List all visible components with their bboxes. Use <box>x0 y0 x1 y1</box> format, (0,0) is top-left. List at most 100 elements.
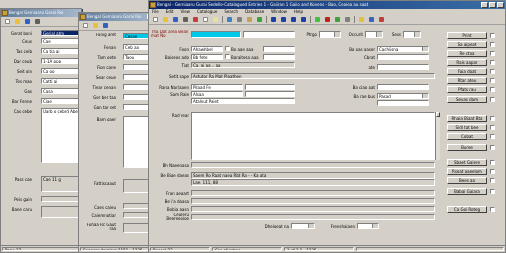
field-value[interactable]: Ca oo <box>41 68 81 74</box>
info-icon[interactable] <box>367 16 376 24</box>
side-button-15[interactable]: Bees aa <box>447 177 487 184</box>
side-button-6[interactable]: Rtar ateu <box>447 77 487 84</box>
collation-field-2[interactable]: Lae. 111, 88 <box>191 179 435 186</box>
side-button-14[interactable]: Rseat aaeelom <box>447 168 487 175</box>
side-checkbox[interactable] <box>490 178 495 183</box>
side-checkbox[interactable] <box>490 145 495 150</box>
field-value[interactable]: Casa <box>41 88 81 94</box>
field-value[interactable]: Ciae <box>41 98 81 104</box>
add-icon[interactable] <box>313 16 322 24</box>
side-checkbox[interactable] <box>490 160 495 165</box>
collation-field[interactable]: Saem Ro Raat naea Rbt Ra - - Ka ata <box>191 172 435 179</box>
footer-select-right[interactable] <box>357 223 379 229</box>
main-text-area[interactable] <box>191 112 435 160</box>
field-value[interactable] <box>263 54 295 60</box>
field-value[interactable] <box>41 206 81 218</box>
first-icon[interactable] <box>269 16 278 24</box>
note-field[interactable] <box>191 162 435 168</box>
occur-select[interactable] <box>365 31 383 38</box>
new-icon[interactable] <box>151 16 160 24</box>
side-checkbox[interactable] <box>490 33 495 38</box>
help-icon[interactable] <box>357 16 366 24</box>
right-field-4[interactable] <box>377 84 429 90</box>
scrollbar[interactable] <box>435 112 440 160</box>
part-field[interactable]: Ahawhbel <box>191 46 223 52</box>
menu-window[interactable]: Window <box>271 9 287 15</box>
category-field[interactable] <box>191 214 435 220</box>
save-icon[interactable] <box>101 22 110 30</box>
save-icon[interactable] <box>23 18 32 26</box>
filter-icon[interactable] <box>245 16 254 24</box>
footer-select-left[interactable] <box>291 223 315 229</box>
field-value[interactable]: Cae <box>41 38 81 44</box>
print-icon[interactable] <box>181 16 190 24</box>
side-checkbox[interactable] <box>490 42 495 47</box>
section-field[interactable]: Alsaa <box>191 91 243 97</box>
menu-help[interactable]: Help <box>294 9 303 15</box>
field-value[interactable]: 1-1A ppp <box>41 58 81 64</box>
print-icon[interactable] <box>33 18 42 26</box>
seq-select[interactable] <box>403 31 421 38</box>
last-icon[interactable] <box>299 16 308 24</box>
print-button[interactable]: Print <box>447 32 487 39</box>
notes-field[interactable]: Uarb o cebrd Abe <box>41 108 81 163</box>
next-icon[interactable] <box>289 16 298 24</box>
open-icon[interactable] <box>161 16 170 24</box>
side-checkbox[interactable] <box>490 116 495 121</box>
menu-edit[interactable]: Edit <box>166 9 174 15</box>
author-field-2[interactable] <box>245 84 295 90</box>
side-checkbox[interactable] <box>490 169 495 174</box>
physical-field[interactable] <box>191 206 435 212</box>
author-field[interactable]: Pilaad Fe <box>191 84 243 90</box>
right-select-5[interactable]: Pasad <box>377 93 429 99</box>
side-checkbox[interactable] <box>490 97 495 102</box>
new-icon[interactable] <box>81 22 90 30</box>
record-code-field[interactable] <box>243 31 295 38</box>
side-button-11[interactable]: Cobat <box>447 133 487 140</box>
side-checkbox[interactable] <box>490 134 495 139</box>
section-subfield[interactable]: Atalnut Paiet <box>191 98 295 104</box>
side-button-9[interactable]: Rhaia Biaat Bta <box>447 115 487 122</box>
side-checkbox[interactable] <box>490 78 495 83</box>
side-checkbox[interactable] <box>490 125 495 130</box>
maximize-icon[interactable] <box>489 2 496 8</box>
prev-icon[interactable] <box>279 16 288 24</box>
side-button-7[interactable]: Pfats rau <box>447 86 487 93</box>
right-field-3[interactable] <box>377 64 429 70</box>
menu-database[interactable]: Database <box>245 9 264 15</box>
side-button-13[interactable]: Sbaet Gaiere <box>447 159 487 166</box>
save-icon[interactable] <box>171 16 180 24</box>
right-field-2[interactable] <box>377 54 429 60</box>
side-checkbox[interactable] <box>490 51 495 56</box>
field-value[interactable]: Catti ai <box>41 78 81 84</box>
exit-icon[interactable] <box>377 16 386 24</box>
copy-icon[interactable] <box>201 16 210 24</box>
side-button-16[interactable]: Babai Gaiara <box>447 188 487 195</box>
menu-view[interactable]: View <box>180 9 190 15</box>
field-value-selected[interactable]: Gerial atm <box>41 30 81 36</box>
field-value[interactable]: Ca tia ai <box>41 48 81 54</box>
side-button-12[interactable]: Buree <box>447 144 487 151</box>
sort-icon[interactable] <box>255 16 264 24</box>
right-field-6[interactable] <box>377 100 429 106</box>
menu-file[interactable]: File <box>152 9 159 15</box>
menu-search[interactable]: Search <box>224 9 238 15</box>
mode-select[interactable] <box>319 31 341 38</box>
find-icon[interactable] <box>235 16 244 24</box>
cut-icon[interactable] <box>191 16 200 24</box>
side-checkbox[interactable] <box>490 60 495 65</box>
side-button-10[interactable]: Sidi tat bee <box>447 124 487 131</box>
checkbox[interactable] <box>225 46 230 51</box>
open-icon[interactable] <box>13 18 22 26</box>
barcode-field[interactable]: Bb fete <box>191 54 223 60</box>
side-button-3[interactable]: Re ctoa <box>447 50 487 57</box>
close-icon[interactable] <box>497 2 504 8</box>
dates-field[interactable] <box>191 190 435 196</box>
zoom-icon[interactable] <box>343 16 352 24</box>
right-select-1[interactable]: Cachiisna <box>377 46 429 52</box>
side-checkbox[interactable] <box>490 207 495 212</box>
field-value[interactable] <box>263 46 295 52</box>
side-checkbox[interactable] <box>490 69 495 74</box>
side-checkbox[interactable] <box>490 189 495 194</box>
side-button-8[interactable]: Sevas dam <box>447 96 487 103</box>
